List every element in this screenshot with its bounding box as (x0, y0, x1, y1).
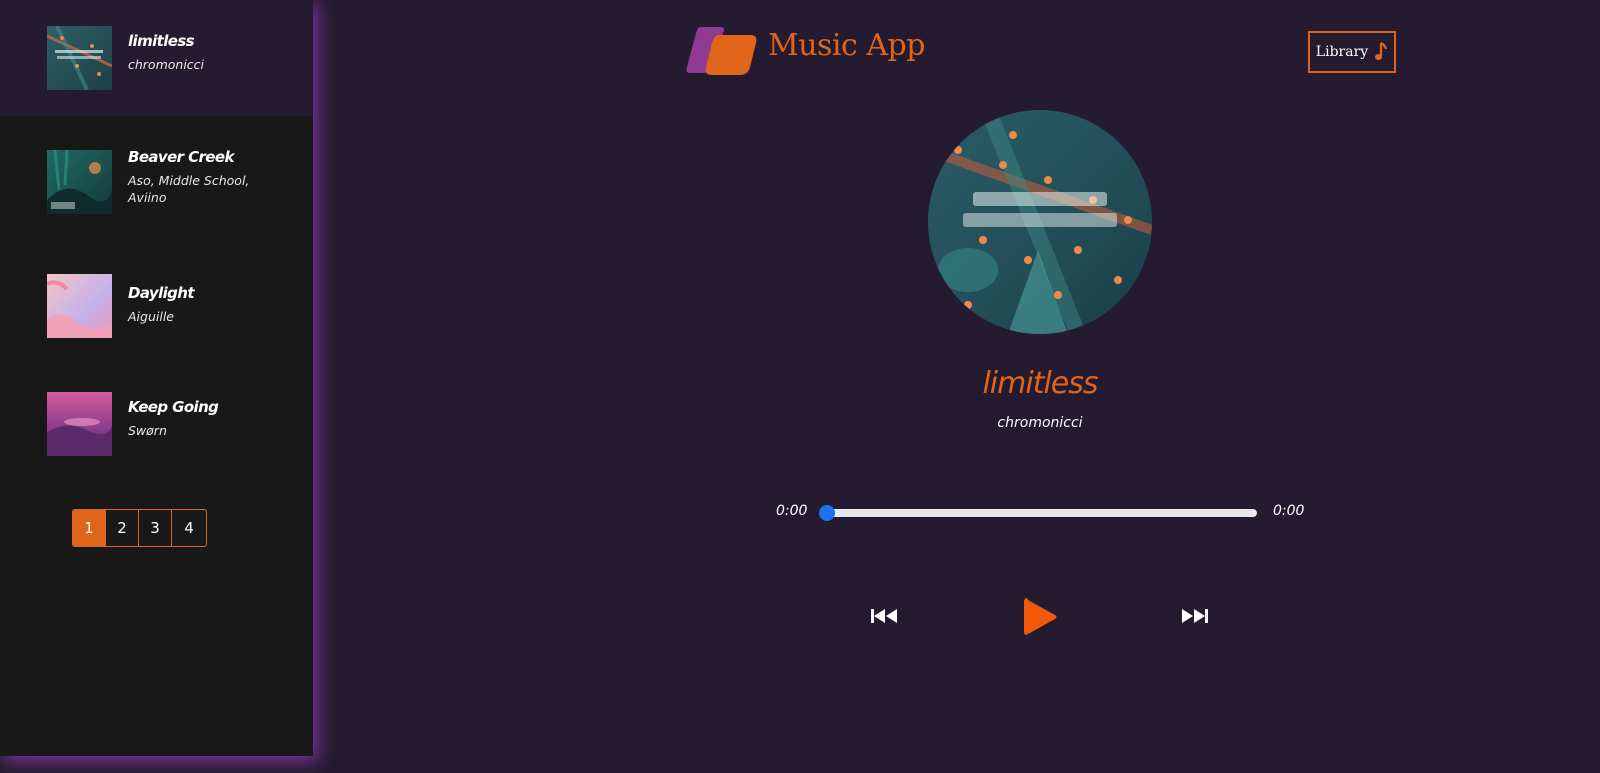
library-button[interactable]: Library (1308, 31, 1396, 73)
page-button-4[interactable]: 4 (172, 510, 206, 546)
pagination: 1 2 3 4 (72, 509, 207, 547)
song-item-daylight[interactable]: Daylight Aiguille (0, 236, 313, 356)
page-button-1[interactable]: 1 (73, 510, 106, 546)
song-artist: Aiguille (128, 309, 174, 324)
progress-thumb[interactable] (819, 505, 835, 521)
current-time: 0:00 (776, 503, 808, 519)
now-playing-artist: chromonicci (997, 415, 1083, 431)
now-playing-cover (928, 110, 1152, 334)
previous-track-icon (871, 609, 897, 623)
song-item-beaver-creek[interactable]: Beaver Creek Aso, Middle School, Aviino (0, 116, 313, 236)
song-title: Daylight (128, 284, 195, 302)
song-artist: chromonicci (128, 57, 205, 72)
library-button-label: Library (1315, 44, 1369, 60)
album-cover-beaver-creek (47, 150, 112, 214)
music-note-icon (1375, 42, 1388, 60)
song-title: limitless (128, 32, 195, 50)
library-sidebar: limitless chromonicci Beaver Creek Aso, … (0, 0, 313, 756)
song-title: Beaver Creek (128, 148, 234, 166)
progress-slider[interactable] (819, 505, 1257, 521)
album-cover-daylight (47, 274, 112, 338)
song-artist: Aso, Middle School, Aviino (128, 173, 250, 205)
app-logo-icon (686, 27, 757, 75)
now-playing-title: limitless (982, 366, 1098, 401)
previous-button[interactable] (870, 604, 898, 628)
page-button-2[interactable]: 2 (106, 510, 139, 546)
song-item-limitless[interactable]: limitless chromonicci (0, 0, 313, 116)
page-button-3[interactable]: 3 (139, 510, 172, 546)
app-title: Music App (768, 28, 925, 63)
play-button[interactable] (1020, 594, 1060, 640)
song-item-keep-going[interactable]: Keep Going Swørn (0, 356, 313, 476)
next-track-icon (1182, 609, 1208, 623)
play-icon (1024, 598, 1057, 635)
duration-time: 0:00 (1273, 503, 1305, 519)
song-artist: Swørn (128, 423, 167, 438)
song-title: Keep Going (128, 398, 219, 416)
album-cover-limitless (47, 26, 112, 90)
next-button[interactable] (1181, 604, 1209, 628)
album-cover-keep-going (47, 392, 112, 456)
